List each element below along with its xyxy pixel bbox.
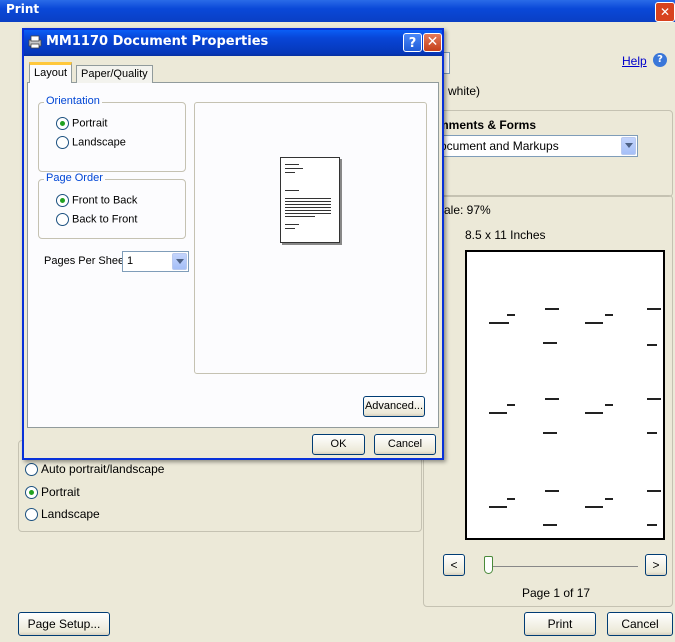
print-button[interactable]: Print xyxy=(524,612,596,636)
print-preview-page xyxy=(465,250,665,540)
chevron-down-icon[interactable] xyxy=(621,137,636,155)
comments-forms-value: ocument and Markups xyxy=(440,139,559,153)
comments-forms-select[interactable]: ocument and Markups xyxy=(436,135,638,157)
portrait-option[interactable]: Portrait xyxy=(25,485,80,500)
tab-paper-quality[interactable]: Paper/Quality xyxy=(76,65,153,83)
help-icon[interactable]: ? xyxy=(653,53,667,67)
cancel-button[interactable]: Cancel xyxy=(607,612,673,636)
properties-title: MM1170 Document Properties xyxy=(46,34,269,49)
next-page-button[interactable]: > xyxy=(645,554,667,576)
page-slider-thumb[interactable] xyxy=(484,556,493,574)
radio-icon[interactable] xyxy=(56,213,69,226)
radio-icon[interactable] xyxy=(25,508,38,522)
dialog-cancel-button[interactable]: Cancel xyxy=(374,434,436,455)
tab-layout[interactable]: Layout xyxy=(29,62,73,83)
page-slider-track[interactable] xyxy=(488,566,638,567)
print-titlebar xyxy=(0,0,675,22)
landscape-radio[interactable]: Landscape xyxy=(56,136,126,149)
pages-per-sheet-select[interactable]: 1 xyxy=(122,251,189,272)
auto-orientation-option[interactable]: Auto portrait/landscape xyxy=(25,462,164,477)
printer-icon xyxy=(28,35,42,49)
page-order-legend: Page Order xyxy=(44,172,105,184)
color-mode-text: d white) xyxy=(438,84,481,98)
ok-button[interactable]: OK xyxy=(312,434,365,455)
paper-size-text: 8.5 x 11 Inches xyxy=(465,228,546,242)
back-to-front-radio[interactable]: Back to Front xyxy=(56,213,137,226)
pages-per-sheet-label: Pages Per Sheet: xyxy=(44,255,131,267)
radio-icon[interactable] xyxy=(56,136,69,149)
print-title: Print xyxy=(6,2,40,16)
landscape-option[interactable]: Landscape xyxy=(25,507,100,522)
document-properties-dialog: MM1170 Document Properties ? ✕ Layout Pa… xyxy=(22,28,444,460)
front-to-back-radio[interactable]: Front to Back xyxy=(56,194,137,207)
pages-per-sheet-value: 1 xyxy=(127,255,134,267)
page-indicator: Page 1 of 17 xyxy=(522,586,591,600)
help-button[interactable]: ? xyxy=(403,33,422,52)
portrait-radio[interactable]: Portrait xyxy=(56,117,107,130)
print-close-button[interactable]: ✕ xyxy=(655,2,675,22)
radio-checked-icon[interactable] xyxy=(56,117,69,130)
page-order-groupbox xyxy=(38,179,186,239)
orientation-legend: Orientation xyxy=(44,95,102,107)
prev-page-button[interactable]: < xyxy=(443,554,465,576)
help-link[interactable]: Help xyxy=(622,54,647,68)
scale-text: cale: 97% xyxy=(438,203,491,217)
page-setup-button[interactable]: Page Setup... xyxy=(18,612,110,636)
page-preview-thumbnail xyxy=(280,157,340,243)
radio-icon[interactable] xyxy=(25,463,38,477)
radio-checked-icon[interactable] xyxy=(56,194,69,207)
advanced-button[interactable]: Advanced... xyxy=(363,396,425,417)
close-button[interactable]: ✕ xyxy=(423,33,442,52)
comments-forms-header: mments & Forms xyxy=(438,118,537,132)
chevron-down-icon[interactable] xyxy=(172,253,187,270)
radio-checked-icon[interactable] xyxy=(25,486,38,500)
